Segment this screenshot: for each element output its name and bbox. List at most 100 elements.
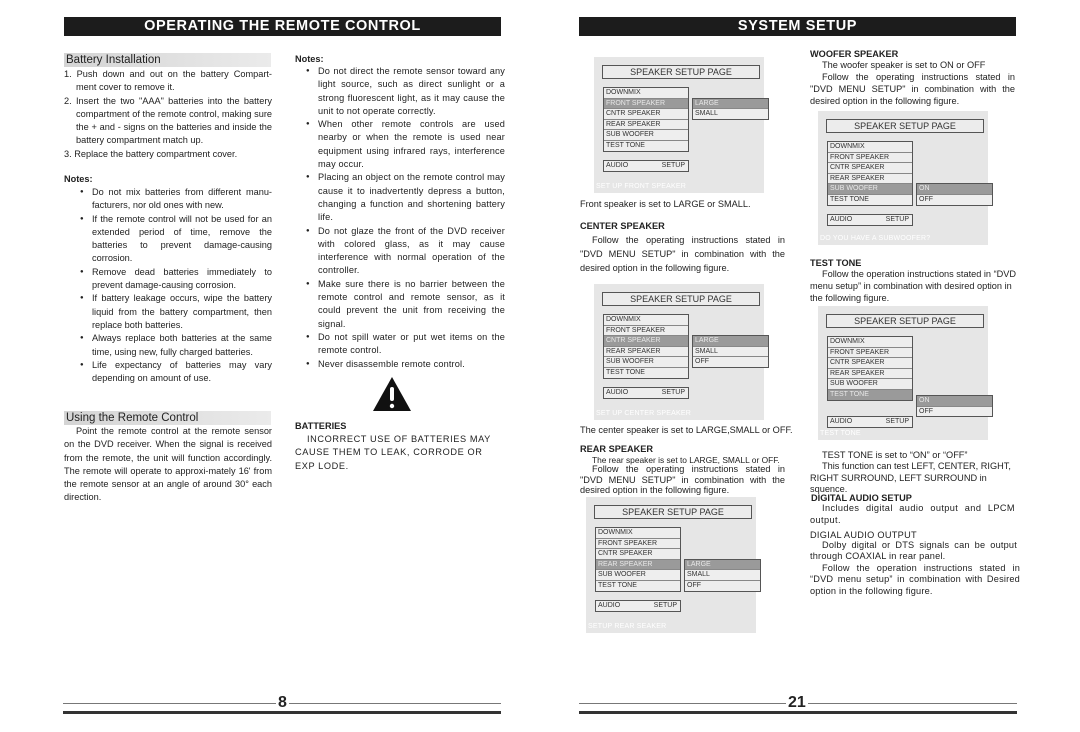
battery-installation-steps: 1. Push down and out on the battery Comp… <box>64 68 272 161</box>
test-tone-caption-2: This function can test LEFT, CENTER, RIG… <box>810 461 1011 495</box>
battery-step: 1. Push down and out on the battery Comp… <box>64 69 272 93</box>
battery-notes-list: Do not mix batteries from different manu… <box>80 186 272 385</box>
remote-note-item: Do not direct the remote sensor toward a… <box>306 65 505 118</box>
menu-item[interactable]: REAR SPEAKER <box>604 347 688 358</box>
option-list: LARGE SMALL OFF <box>684 558 761 592</box>
audio-setup-tab[interactable]: AUDIO SETUP <box>603 160 689 172</box>
warning-triangle-icon <box>372 376 412 412</box>
test-tone-body: Follow the operation instructions stated… <box>810 269 1017 303</box>
menu-item[interactable]: TEST TONE <box>828 389 912 400</box>
menu-item[interactable]: SUB WOOFER <box>596 570 680 581</box>
menu-item[interactable]: CNTR SPEAKER <box>604 109 688 120</box>
screen-front-speaker: SPEAKER SETUP PAGE DOWNMIX FRONT SPEAKER CN… <box>594 57 769 193</box>
front-speaker-caption: Front speaker is set to LARGE or SMALL. <box>580 199 751 209</box>
option-item[interactable]: SMALL <box>693 109 768 119</box>
woofer-speaker-body: Follow the operating instructions stated… <box>810 72 1015 106</box>
speaker-menu: DOWNMIX FRONT SPEAKER CNTR SPEAKER REAR SPE… <box>827 336 913 401</box>
menu-item[interactable]: SUB WOOFER <box>604 130 688 141</box>
footer-rule-thick <box>579 711 1017 714</box>
option-item[interactable]: LARGE <box>693 98 768 110</box>
battery-note-item: Remove dead batteries immediately to pre… <box>80 266 272 293</box>
center-speaker-heading: CENTER SPEAKER <box>580 221 665 231</box>
menu-item[interactable]: FRONT SPEAKER <box>604 326 688 337</box>
screen-hint: SET UP FRONT SPEAKER <box>596 183 686 190</box>
digital-audio-setup-body: Includes digital audio output and LPCM o… <box>810 503 1015 525</box>
menu-item[interactable]: SUB WOOFER <box>604 357 688 368</box>
option-item[interactable]: ON <box>917 184 992 195</box>
remote-note-item: Do not glaze the front of the DVD receiv… <box>306 225 505 278</box>
setup-label: SETUP <box>661 162 685 169</box>
setup-label: SETUP <box>885 216 909 223</box>
menu-item[interactable]: SUB WOOFER <box>828 184 912 195</box>
option-item[interactable]: OFF <box>917 195 992 205</box>
audio-label: AUDIO <box>830 216 853 223</box>
option-list: ON OFF <box>916 183 993 206</box>
menu-item[interactable]: FRONT SPEAKER <box>596 539 680 550</box>
menu-item[interactable]: REAR SPEAKER <box>828 174 912 185</box>
menu-item[interactable]: TEST TONE <box>604 141 688 151</box>
remote-note-item: Placing an object on the remote control … <box>306 171 505 224</box>
audio-label: AUDIO <box>598 602 621 609</box>
menu-item[interactable]: FRONT SPEAKER <box>604 98 688 110</box>
audio-setup-tab[interactable]: AUDIO SETUP <box>603 387 689 399</box>
setup-label: SETUP <box>885 418 909 425</box>
remote-note-item: When other remote controls are used near… <box>306 118 505 171</box>
screen-title: SPEAKER SETUP PAGE <box>594 505 752 519</box>
menu-item[interactable]: REAR SPEAKER <box>604 120 688 131</box>
menu-item[interactable]: REAR SPEAKER <box>828 369 912 380</box>
audio-setup-tab[interactable]: AUDIO SETUP <box>827 214 913 226</box>
screen-title: SPEAKER SETUP PAGE <box>826 119 984 133</box>
menu-item[interactable]: DOWNMIX <box>828 337 912 348</box>
batteries-warning-body: INCORRECT USE OF BATTERIES MAY CAUSE THE… <box>295 434 491 471</box>
menu-item[interactable]: FRONT SPEAKER <box>828 153 912 164</box>
left-page-banner: OPERATING THE REMOTE CONTROL <box>64 17 501 36</box>
screen-title: SPEAKER SETUP PAGE <box>602 65 760 79</box>
audio-setup-tab[interactable]: AUDIO SETUP <box>827 416 913 428</box>
battery-installation-heading: Battery Installation <box>64 53 271 67</box>
speaker-menu: DOWNMIX FRONT SPEAKER CNTR SPEAKER REAR SPE… <box>603 314 689 379</box>
option-item[interactable]: SMALL <box>693 347 768 358</box>
screen-hint: SETUP REAR SEAKER <box>588 623 667 630</box>
center-speaker-body: Follow the operating instructions stated… <box>580 235 785 273</box>
menu-item[interactable]: DOWNMIX <box>596 528 680 539</box>
menu-item[interactable]: TEST TONE <box>828 195 912 205</box>
screen-sub-woofer: SPEAKER SETUP PAGE DOWNMIX FRONT SPEAKER CN… <box>818 111 993 245</box>
setup-label: SETUP <box>661 389 685 396</box>
speaker-menu: DOWNMIX FRONT SPEAKER CNTR SPEAKER REAR SPE… <box>595 527 681 592</box>
remote-note-item: Never disassemble remote control. <box>306 358 505 372</box>
menu-item[interactable]: CNTR SPEAKER <box>828 163 912 174</box>
batteries-warning-heading: BATTERIES <box>295 421 347 431</box>
screen-hint: SET UP CENTER SPEAKER <box>596 410 691 417</box>
option-item[interactable]: OFF <box>693 357 768 367</box>
battery-note-item: Always replace both batteries at the sam… <box>80 332 272 359</box>
right-page-banner: SYSTEM SETUP <box>579 17 1016 36</box>
menu-item[interactable]: DOWNMIX <box>604 88 688 99</box>
menu-item[interactable]: TEST TONE <box>596 581 680 591</box>
center-speaker-caption: The center speaker is set to LARGE,SMALL… <box>580 425 793 435</box>
speaker-menu: DOWNMIX FRONT SPEAKER CNTR SPEAKER REAR SPE… <box>827 141 913 206</box>
footer-rule-thick <box>63 711 501 714</box>
setup-label: SETUP <box>653 602 677 609</box>
menu-item[interactable]: SUB WOOFER <box>828 379 912 390</box>
option-item[interactable]: OFF <box>685 581 760 591</box>
audio-label: AUDIO <box>606 389 629 396</box>
screen-title: SPEAKER SETUP PAGE <box>602 292 760 306</box>
menu-item[interactable]: DOWNMIX <box>828 142 912 153</box>
digital-audio-output-body-1: Dolby digital or DTS signals can be outp… <box>810 540 1017 562</box>
rear-speaker-body: Follow the operating instructions stated… <box>580 464 785 496</box>
menu-item[interactable]: CNTR SPEAKER <box>596 549 680 560</box>
option-item[interactable]: SMALL <box>685 570 760 581</box>
option-item[interactable]: OFF <box>917 407 992 417</box>
menu-item[interactable]: TEST TONE <box>604 368 688 378</box>
option-list: LARGE SMALL <box>692 97 769 120</box>
menu-item[interactable]: CNTR SPEAKER <box>828 358 912 369</box>
option-list: LARGE SMALL OFF <box>692 335 769 368</box>
menu-item[interactable]: DOWNMIX <box>604 315 688 326</box>
audio-setup-tab[interactable]: AUDIO SETUP <box>595 600 681 612</box>
option-item[interactable]: LARGE <box>693 336 768 347</box>
menu-item[interactable]: REAR SPEAKER <box>596 559 680 571</box>
menu-item[interactable]: CNTR SPEAKER <box>604 336 688 347</box>
option-item[interactable]: ON <box>917 396 992 407</box>
menu-item[interactable]: FRONT SPEAKER <box>828 348 912 359</box>
option-item[interactable]: LARGE <box>685 559 760 571</box>
